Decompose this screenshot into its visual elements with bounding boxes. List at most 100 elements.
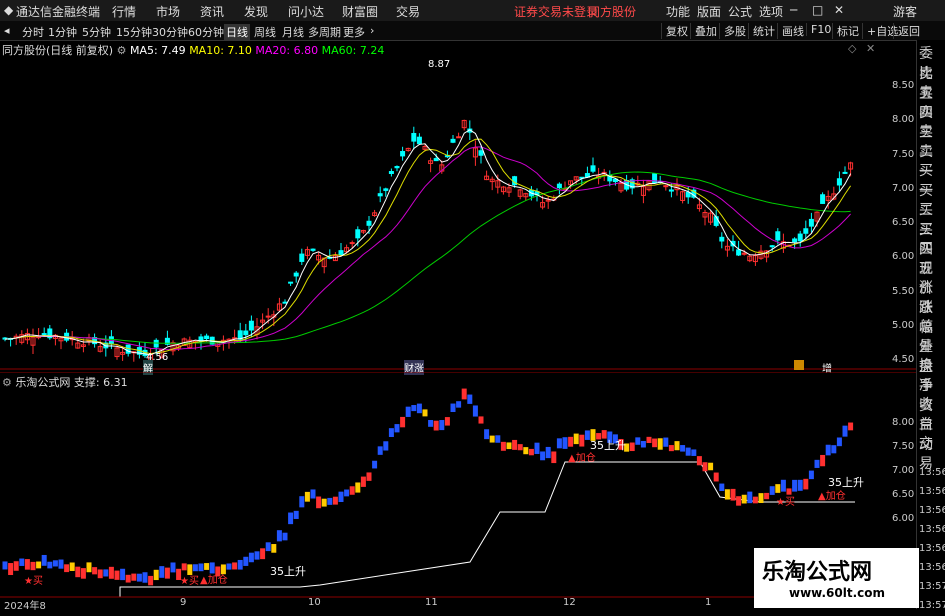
maximize-icon[interactable]: □ [812,3,823,17]
axis-label: 4.50 [892,354,915,365]
axis-label: 6.50 [892,217,915,228]
indicator-bar [36,561,42,569]
period-tab-monthly[interactable]: 月线 [282,24,304,40]
draw-button[interactable]: 画线 [777,23,804,39]
indicator-bar [80,568,86,579]
indicator-bar [8,563,14,576]
menu-item-quotes[interactable]: 行情 [112,3,136,20]
add-position-label-3: ▲加仓 [200,575,228,586]
indicator-bar [30,561,36,571]
indicator-gear-icon[interactable]: ⚙ [2,376,12,389]
indicator-bar [540,451,546,461]
overlay-button[interactable]: 叠加 [690,23,717,39]
candle [288,281,294,286]
period-tab-5min[interactable]: 5分钟 [82,24,111,40]
period-tab-15min[interactable]: 15分钟 [116,24,152,40]
menu-item-news[interactable]: 资讯 [200,3,224,20]
menu-item-market[interactable]: 市场 [156,3,180,20]
main-kline-chart[interactable] [0,40,916,370]
indicator-bar [338,491,344,503]
main-price-axis: 8.50 8.00 7.50 7.00 6.50 6.00 5.50 5.00 … [888,40,916,370]
scroll-left-icon[interactable]: ◂ [4,24,10,37]
login-status[interactable]: 证券交易未登录 [514,3,598,20]
menu-formula[interactable]: 公式 [728,3,752,20]
indicator-bar [282,532,288,541]
indicator-bar [400,416,406,428]
user-label[interactable]: 游客 [893,3,917,20]
period-tab-daily[interactable]: 日线 [224,24,250,40]
candle [484,170,490,181]
candle [500,185,506,195]
candle [86,333,92,346]
period-tab-weekly[interactable]: 周线 [254,24,276,40]
candle [724,239,730,257]
indicator-bar [416,403,422,414]
candle [332,252,338,262]
menu-item-discover[interactable]: 发现 [244,3,268,20]
candle [377,186,383,203]
indicator-bar [360,476,366,487]
indicator-bar [629,442,635,452]
indicator-bar [103,569,109,577]
menu-item-trade[interactable]: 交易 [396,3,420,20]
indicator-bar [377,446,383,455]
close-chart-icon[interactable]: ✕ [866,42,875,55]
add-position-label-2: ▲加仓 [568,453,596,464]
indicator-bar [562,437,568,449]
indicator-bar [164,567,170,579]
menu-function[interactable]: 功能 [666,3,690,20]
watermark-url: www.60lt.com [789,586,886,600]
multi-stock-button[interactable]: 多股 [719,23,746,39]
candle [450,134,456,144]
support-value: 支撑: 6.31 [73,376,128,389]
period-tab-multi[interactable]: 多周期 [308,24,341,40]
menu-item-wealth[interactable]: 财富圈 [342,3,378,20]
stats-button[interactable]: 统计 [748,23,775,39]
candle [680,190,686,204]
period-tab-60min[interactable]: 60分钟 [188,24,224,40]
minimize-icon[interactable]: ─ [790,3,797,17]
date-label: 9 [180,597,187,608]
indicator-bar [232,562,238,570]
candle [456,132,462,139]
indicator-bar [92,567,98,575]
axis-label: 8.50 [892,80,915,91]
event-marker-icon[interactable] [794,360,804,370]
period-tab-more[interactable]: 更多 [343,24,365,40]
indicator-bar [478,416,484,424]
indicator-bar [456,401,462,408]
period-tab-timeshare[interactable]: 分时 [22,24,44,40]
indicator-title: 乐淘公式网 [15,376,71,389]
menu-layout[interactable]: 版面 [697,3,721,20]
period-tab-1min[interactable]: 1分钟 [48,24,77,40]
back-button[interactable]: 返回 [893,23,920,39]
watermark-name: 乐淘公式网 [762,560,873,585]
candle [388,168,394,177]
indicator-bar [792,479,798,492]
indicator-bar [534,442,540,454]
indicator-bar [719,483,725,491]
time-label: 13:57 [919,600,945,611]
candle [797,230,803,247]
candle [276,297,282,312]
adjust-button[interactable]: 复权 [661,23,688,39]
indicator-bar [422,409,428,417]
indicator-bar [500,441,506,451]
close-icon[interactable]: ✕ [834,3,844,17]
more-chevron-icon[interactable]: › [370,24,374,37]
settings-icon[interactable]: ⚙ [117,44,127,57]
candle [360,229,366,234]
mark-button[interactable]: 标记 [832,23,859,39]
menu-item-xiaoda[interactable]: 问小达 [288,3,324,20]
ma20-value: MA20: 6.80 [255,44,319,57]
indicator-bar [428,420,434,427]
indicator-bar [736,496,742,506]
period-tab-30min[interactable]: 30分钟 [152,24,188,40]
diamond-icon[interactable]: ◇ [848,42,856,55]
candle [299,248,305,265]
menu-options[interactable]: 选项 [759,3,783,20]
candle [489,176,495,191]
candle [215,342,221,352]
f10-button[interactable]: F10 [806,23,831,36]
candle [652,173,658,184]
